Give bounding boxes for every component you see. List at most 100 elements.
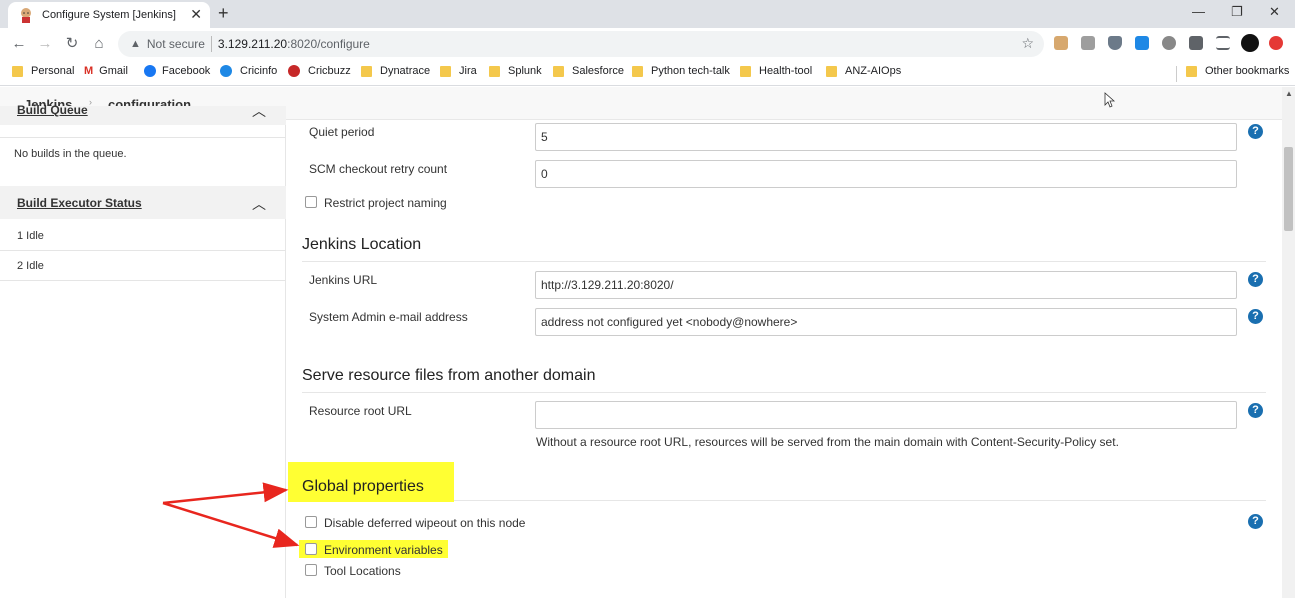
warning-icon: ▲ [130, 38, 141, 50]
tool-locations-checkbox[interactable] [305, 564, 317, 576]
restore-icon[interactable]: ❐ [1231, 4, 1243, 20]
extension-icon[interactable] [1054, 36, 1068, 50]
minimize-icon[interactable]: — [1192, 4, 1205, 19]
bookmark-item[interactable]: Personal [12, 65, 74, 77]
divider [0, 137, 286, 138]
address-bar[interactable]: ▲ Not secure 3.129.211.20:8020/configure… [118, 31, 1044, 57]
section-divider [302, 392, 1266, 393]
folder-icon [740, 65, 751, 77]
scroll-up-icon[interactable]: ▲ [1285, 89, 1293, 98]
quiet-period-input[interactable] [535, 123, 1237, 151]
collapse-chevron-icon[interactable]: ︿ [252, 101, 266, 121]
window-close-icon[interactable]: ✕ [1269, 4, 1280, 20]
collapse-chevron-icon[interactable]: ︿ [252, 194, 266, 214]
tab-title: Configure System [Jenkins] [42, 9, 176, 21]
bookmark-label: Dynatrace [380, 65, 431, 77]
forward-icon[interactable]: → [36, 34, 54, 52]
bookmark-label: Facebook [162, 65, 211, 77]
shield-extension-icon[interactable] [1108, 36, 1122, 50]
folder-icon [632, 65, 643, 77]
bookmark-item[interactable]: Jira [440, 65, 477, 77]
disable-wipeout-label: Disable deferred wipeout on this node [324, 516, 526, 530]
bookmark-label: Gmail [99, 65, 128, 77]
disable-wipeout-checkbox[interactable] [305, 516, 317, 528]
build-queue-header: Build Queue ︿ [0, 103, 286, 125]
admin-email-input[interactable] [535, 308, 1237, 336]
build-queue-title[interactable]: Build Queue [17, 103, 88, 117]
tool-locations-label: Tool Locations [324, 564, 401, 578]
build-queue-empty-text: No builds in the queue. [14, 148, 127, 160]
bookmark-label: Personal [31, 65, 75, 77]
bookmark-item[interactable]: Cricbuzz [288, 65, 351, 77]
bookmark-label: Cricbuzz [308, 65, 351, 77]
bookmark-item[interactable]: Splunk [489, 65, 542, 77]
other-bookmarks[interactable]: Other bookmarks [1186, 65, 1289, 77]
windows-extension-icon[interactable] [1135, 36, 1149, 50]
extension-icon[interactable] [1081, 36, 1095, 50]
restrict-naming-checkbox[interactable] [305, 196, 317, 208]
help-icon[interactable]: ? [1248, 403, 1263, 418]
bookmark-item[interactable]: Facebook [144, 65, 210, 77]
update-icon[interactable] [1269, 36, 1283, 50]
jenkins-url-label: Jenkins URL [309, 273, 378, 287]
build-executor-title[interactable]: Build Executor Status [17, 196, 142, 210]
url-host: 3.129.211.20 [217, 37, 288, 51]
folder-icon [440, 65, 451, 77]
scm-retry-input[interactable] [535, 160, 1237, 188]
help-icon[interactable]: ? [1248, 272, 1263, 287]
resource-root-input[interactable] [535, 401, 1237, 429]
home-icon[interactable]: ⌂ [90, 34, 108, 52]
puzzle-extensions-icon[interactable] [1189, 36, 1203, 50]
divider [0, 250, 286, 251]
facebook-icon [144, 65, 156, 77]
bookmark-label: Python tech-talk [651, 65, 730, 77]
bookmark-label: Cricinfo [240, 65, 278, 77]
resource-root-hint: Without a resource root URL, resources w… [536, 435, 1119, 449]
section-divider [454, 500, 1266, 501]
avatar[interactable] [1241, 34, 1259, 52]
browser-tab[interactable]: Configure System [Jenkins] ✕ [8, 2, 210, 28]
back-icon[interactable]: ← [10, 34, 28, 52]
divider [0, 280, 286, 281]
environment-variables-label: Environment variables [324, 543, 443, 557]
cricinfo-icon [220, 65, 232, 77]
build-executor-header: Build Executor Status ︿ [0, 186, 286, 219]
environment-variables-checkbox[interactable] [305, 543, 317, 555]
help-icon[interactable]: ? [1248, 514, 1263, 529]
bookmark-item[interactable]: ANZ-AIOps [826, 65, 901, 77]
bookmark-label: Other bookmarks [1205, 65, 1290, 77]
bookmark-item[interactable]: M Gmail [84, 65, 128, 77]
reading-list-icon[interactable] [1216, 36, 1230, 50]
bookmark-item[interactable]: Health-tool [740, 65, 812, 77]
browser-toolbar: ← → ↻ ⌂ ▲ Not secure 3.129.211.20:8020/c… [0, 28, 1295, 60]
bookmark-item[interactable]: Cricinfo [220, 65, 277, 77]
help-icon[interactable]: ? [1248, 124, 1263, 139]
bookmark-item[interactable]: Dynatrace [361, 65, 430, 77]
extension-icon[interactable] [1162, 36, 1176, 50]
resource-domain-title: Serve resource files from another domain [302, 367, 596, 384]
folder-icon [361, 65, 372, 77]
bookmark-item[interactable]: Python tech-talk [632, 65, 730, 77]
url-path: :8020/configure [287, 37, 370, 51]
config-form: Quiet period ? SCM checkout retry count … [287, 120, 1282, 598]
bookmark-item[interactable]: Salesforce [553, 65, 624, 77]
bookmarks-bar: Personal M Gmail Facebook Cricinfo Cricbu… [0, 60, 1295, 86]
folder-icon [12, 65, 23, 77]
tab-close-icon[interactable]: ✕ [190, 7, 202, 21]
folder-icon [489, 65, 500, 77]
reload-icon[interactable]: ↻ [63, 34, 81, 52]
help-icon[interactable]: ? [1248, 309, 1263, 324]
quiet-period-label: Quiet period [309, 125, 375, 139]
scroll-thumb[interactable] [1284, 147, 1293, 231]
bookmark-label: Salesforce [572, 65, 624, 77]
page-scrollbar[interactable]: ▲ [1282, 87, 1295, 598]
bookmark-star-icon[interactable]: ☆ [1021, 35, 1034, 52]
browser-window: Configure System [Jenkins] ✕ + — ❐ ✕ ← →… [0, 0, 1295, 598]
folder-icon [553, 65, 564, 77]
new-tab-button[interactable]: + [218, 3, 229, 24]
jenkins-url-input[interactable] [535, 271, 1237, 299]
resource-root-label: Resource root URL [309, 404, 412, 418]
section-divider [302, 261, 1266, 262]
omnibox-divider [210, 36, 212, 52]
tab-strip: Configure System [Jenkins] ✕ + — ❐ ✕ [0, 0, 1295, 28]
